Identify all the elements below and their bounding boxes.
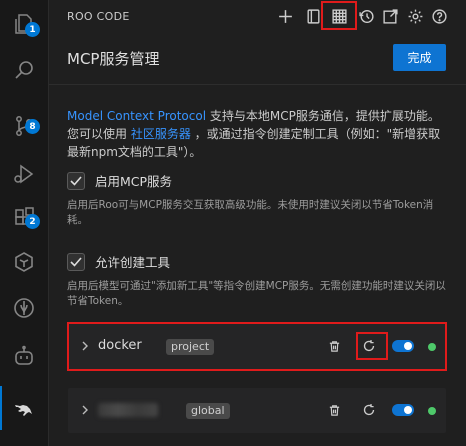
server-status-dot bbox=[428, 407, 436, 415]
kangaroo-icon[interactable] bbox=[0, 386, 48, 430]
restart-icon[interactable] bbox=[361, 402, 377, 418]
mcp-header: MCP服务管理 完成 bbox=[49, 32, 466, 85]
done-button[interactable]: 完成 bbox=[393, 44, 446, 71]
restart-highlight bbox=[356, 332, 388, 360]
enable-mcp-label: 启用MCP服务 bbox=[95, 174, 173, 189]
copilot-icon[interactable] bbox=[0, 334, 48, 378]
extensions-badge: 2 bbox=[25, 214, 40, 229]
docker-row-highlight bbox=[67, 322, 447, 371]
enable-mcp-note: 启用后Roo可与MCP服务交互获取高级功能。未使用时建议关闭以节省Token消耗… bbox=[67, 199, 434, 226]
source-control-badge: 8 bbox=[25, 119, 40, 134]
mcp-protocol-link[interactable]: Model Context Protocol bbox=[67, 109, 206, 123]
allow-create-tools-note: 启用后模型可通过"添加新工具"等指令创建MCP服务。无需创建功能时建议关闭以节省… bbox=[67, 280, 446, 307]
explorer-badge: 1 bbox=[25, 22, 40, 37]
source-control-icon[interactable] bbox=[0, 104, 48, 148]
popout-icon[interactable] bbox=[380, 6, 400, 26]
community-servers-link[interactable]: 社区服务器 bbox=[131, 127, 191, 141]
redacted-server-name bbox=[98, 403, 158, 417]
settings-icon[interactable] bbox=[405, 6, 425, 26]
server-scope-badge: global bbox=[186, 403, 230, 419]
extensions-icon[interactable] bbox=[0, 196, 48, 240]
cube-icon[interactable] bbox=[0, 240, 48, 284]
server-row-global[interactable]: global bbox=[68, 388, 446, 433]
allow-create-tools-label: 允许创建工具 bbox=[95, 255, 171, 270]
page-title: MCP服务管理 bbox=[67, 50, 160, 68]
search-icon[interactable] bbox=[0, 48, 48, 92]
help-icon[interactable] bbox=[429, 6, 449, 26]
mcp-description: Model Context Protocol 支持与本地MCP服务通信，提供扩展… bbox=[67, 107, 447, 161]
check-icon bbox=[70, 256, 82, 267]
history-icon[interactable] bbox=[356, 6, 376, 26]
delete-icon[interactable] bbox=[326, 402, 342, 418]
roo-code-panel: ROO CODE MCP服务管理 完成 Model Context Protoc… bbox=[49, 0, 466, 446]
allow-create-tools-option[interactable]: 允许创建工具 bbox=[67, 252, 170, 271]
check-icon bbox=[70, 175, 82, 186]
run-debug-icon[interactable] bbox=[0, 152, 48, 196]
enable-mcp-checkbox[interactable] bbox=[67, 171, 85, 190]
activity-bar: 1 8 2 bbox=[0, 0, 49, 446]
explorer-icon[interactable] bbox=[0, 2, 48, 46]
plus-icon[interactable] bbox=[275, 6, 295, 26]
panel-topbar: ROO CODE bbox=[49, 0, 466, 32]
leaf-icon[interactable] bbox=[0, 286, 48, 330]
mcp-icon-highlight bbox=[321, 1, 357, 30]
panel-title: ROO CODE bbox=[67, 10, 130, 23]
server-enable-toggle[interactable] bbox=[392, 404, 414, 416]
prompts-icon[interactable] bbox=[303, 6, 323, 26]
enable-mcp-option[interactable]: 启用MCP服务 bbox=[67, 171, 172, 190]
allow-create-tools-checkbox[interactable] bbox=[67, 252, 85, 271]
chevron-right-icon[interactable] bbox=[78, 402, 92, 418]
